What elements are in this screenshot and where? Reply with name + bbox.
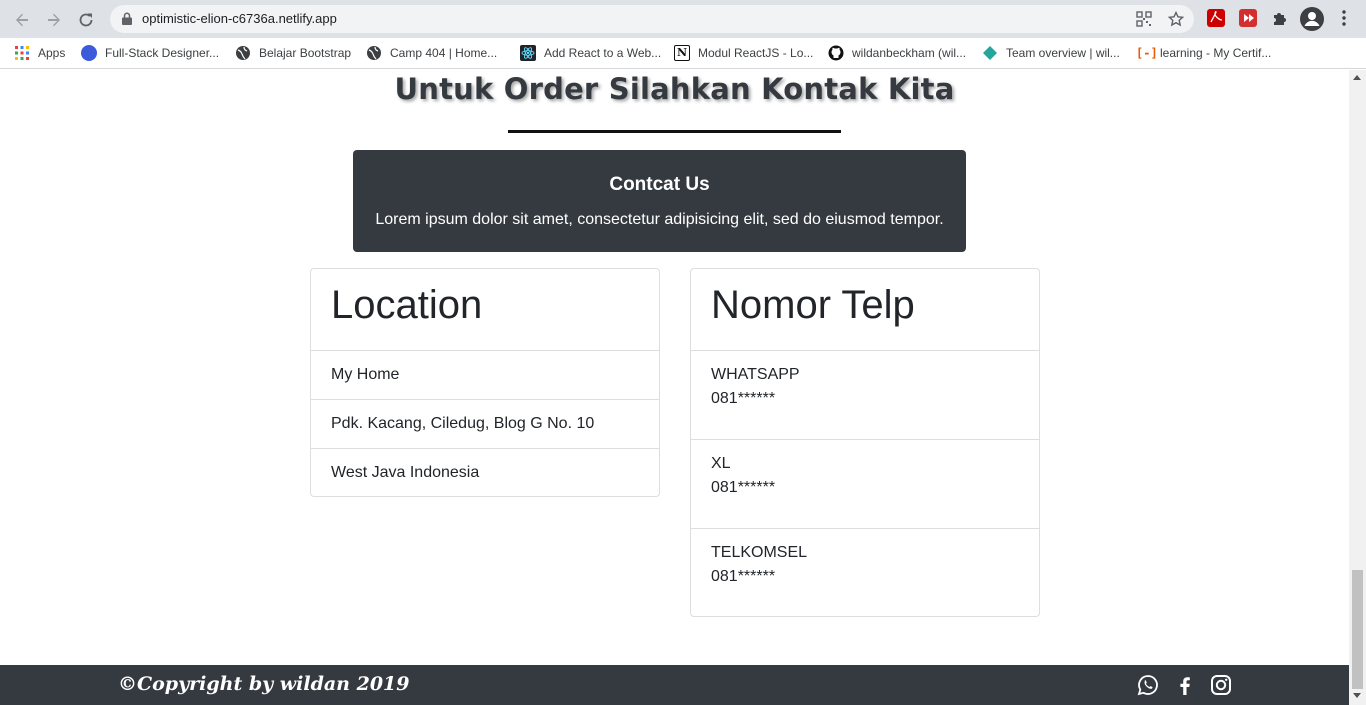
phone-number: 081****** bbox=[711, 568, 776, 585]
address-bar[interactable]: optimistic-elion-c6736a.netlify.app bbox=[110, 5, 1194, 33]
whatsapp-icon[interactable] bbox=[1137, 674, 1159, 696]
globe-icon bbox=[366, 45, 382, 61]
contact-banner: Contcat Us Lorem ipsum dolor sit amet, c… bbox=[353, 150, 966, 252]
phone-number: 081****** bbox=[711, 390, 776, 407]
page-viewport: Untuk Order Silahkan Kontak Kita Contcat… bbox=[0, 70, 1349, 705]
location-item-text: West Java Indonesia bbox=[331, 464, 480, 481]
page-scrollbar[interactable] bbox=[1349, 70, 1366, 705]
list-item: My Home bbox=[311, 351, 659, 400]
list-item: West Java Indonesia bbox=[311, 449, 659, 496]
page-heading: Untuk Order Silahkan Kontak Kita bbox=[394, 72, 955, 106]
bookmark-camp-404[interactable]: Camp 404 | Home... bbox=[366, 44, 497, 62]
phone-provider: WHATSAPP bbox=[711, 366, 800, 383]
github-icon bbox=[828, 45, 844, 61]
phone-card-header: Nomor Telp bbox=[691, 269, 1039, 351]
menu-dots-icon[interactable] bbox=[1337, 9, 1351, 27]
list-item: WHATSAPP 081****** bbox=[691, 351, 1039, 440]
location-card: Location My Home Pdk. Kacang, Ciledug, B… bbox=[310, 268, 660, 497]
location-item-text: My Home bbox=[331, 366, 400, 383]
location-card-header: Location bbox=[311, 269, 659, 351]
instagram-icon[interactable] bbox=[1210, 674, 1232, 696]
bookmark-label: Full-Stack Designer... bbox=[105, 46, 220, 60]
scroll-up-arrow-icon[interactable] bbox=[1353, 75, 1361, 80]
page-footer: ©Copyright by wildan 2019 bbox=[0, 665, 1349, 705]
copyright-symbol: © bbox=[118, 673, 137, 695]
scroll-thumb[interactable] bbox=[1352, 570, 1363, 689]
forward-arrow-icon[interactable] bbox=[41, 7, 67, 33]
qr-code-icon[interactable] bbox=[1136, 11, 1152, 27]
diamond-icon bbox=[982, 45, 998, 61]
bookmark-add-react[interactable]: Add React to a Web... bbox=[520, 44, 661, 62]
heading-divider bbox=[508, 130, 841, 133]
phone-provider: XL bbox=[711, 455, 731, 472]
globe-icon bbox=[235, 45, 251, 61]
extensions-puzzle-icon[interactable] bbox=[1271, 9, 1289, 27]
copyright-label: Copyright by wildan 2019 bbox=[137, 673, 410, 695]
bookmarks-bar: Apps Full-Stack Designer... Belajar Boot… bbox=[0, 38, 1366, 69]
codeigniter-icon: [-] bbox=[1136, 46, 1158, 60]
list-item: Pdk. Kacang, Ciledug, Blog G No. 10 bbox=[311, 400, 659, 449]
phone-provider: TELKOMSEL bbox=[711, 544, 808, 561]
bookmark-github[interactable]: wildanbeckham (wil... bbox=[828, 44, 966, 62]
bookmark-label: Belajar Bootstrap bbox=[259, 46, 352, 60]
react-icon bbox=[520, 45, 536, 61]
contact-text: Lorem ipsum dolor sit amet, consectetur … bbox=[375, 211, 944, 228]
lock-icon bbox=[122, 12, 132, 30]
copyright-text: ©Copyright by wildan 2019 bbox=[118, 673, 409, 695]
browser-toolbar: optimistic-elion-c6736a.netlify.app bbox=[0, 0, 1366, 38]
bookmark-star-icon[interactable] bbox=[1167, 10, 1185, 27]
bookmark-apps[interactable]: Apps bbox=[14, 44, 65, 62]
site-icon bbox=[81, 45, 97, 61]
bookmark-modul-reactjs[interactable]: N Modul ReactJS - Lo... bbox=[674, 44, 813, 62]
phone-number: 081****** bbox=[711, 479, 776, 496]
apps-grid-icon bbox=[14, 45, 30, 61]
phone-card: Nomor Telp WHATSAPP 081****** XL 081****… bbox=[690, 268, 1040, 617]
bookmark-label: Add React to a Web... bbox=[544, 46, 662, 60]
bookmark-full-stack-designer[interactable]: Full-Stack Designer... bbox=[81, 44, 219, 62]
media-extension-icon[interactable] bbox=[1239, 9, 1257, 27]
bookmark-label: Apps bbox=[38, 46, 66, 60]
phone-title: Nomor Telp bbox=[711, 283, 915, 327]
bookmark-belajar-bootstrap[interactable]: Belajar Bootstrap bbox=[235, 44, 351, 62]
url-text: optimistic-elion-c6736a.netlify.app bbox=[142, 11, 337, 26]
bookmark-label: Camp 404 | Home... bbox=[390, 46, 498, 60]
bookmark-learning[interactable]: [-] learning - My Certif... bbox=[1136, 44, 1271, 62]
bookmark-label: learning - My Certif... bbox=[1160, 46, 1272, 60]
scroll-down-arrow-icon[interactable] bbox=[1353, 693, 1361, 698]
bookmark-label: wildanbeckham (wil... bbox=[852, 46, 967, 60]
bookmark-team-overview[interactable]: Team overview | wil... bbox=[982, 44, 1120, 62]
list-item: XL 081****** bbox=[691, 440, 1039, 529]
list-item: TELKOMSEL 081****** bbox=[691, 529, 1039, 616]
location-title: Location bbox=[331, 283, 483, 327]
reload-icon[interactable] bbox=[73, 7, 99, 33]
back-arrow-icon[interactable] bbox=[9, 7, 35, 33]
location-item-text: Pdk. Kacang, Ciledug, Blog G No. 10 bbox=[331, 415, 595, 432]
bookmark-label: Team overview | wil... bbox=[1006, 46, 1120, 60]
contact-title: Contcat Us bbox=[609, 174, 710, 195]
facebook-icon[interactable] bbox=[1174, 674, 1196, 696]
notion-icon: N bbox=[674, 45, 690, 61]
bookmark-label: Modul ReactJS - Lo... bbox=[698, 46, 814, 60]
pdf-extension-icon[interactable] bbox=[1207, 9, 1225, 27]
profile-avatar-icon[interactable] bbox=[1300, 7, 1324, 31]
